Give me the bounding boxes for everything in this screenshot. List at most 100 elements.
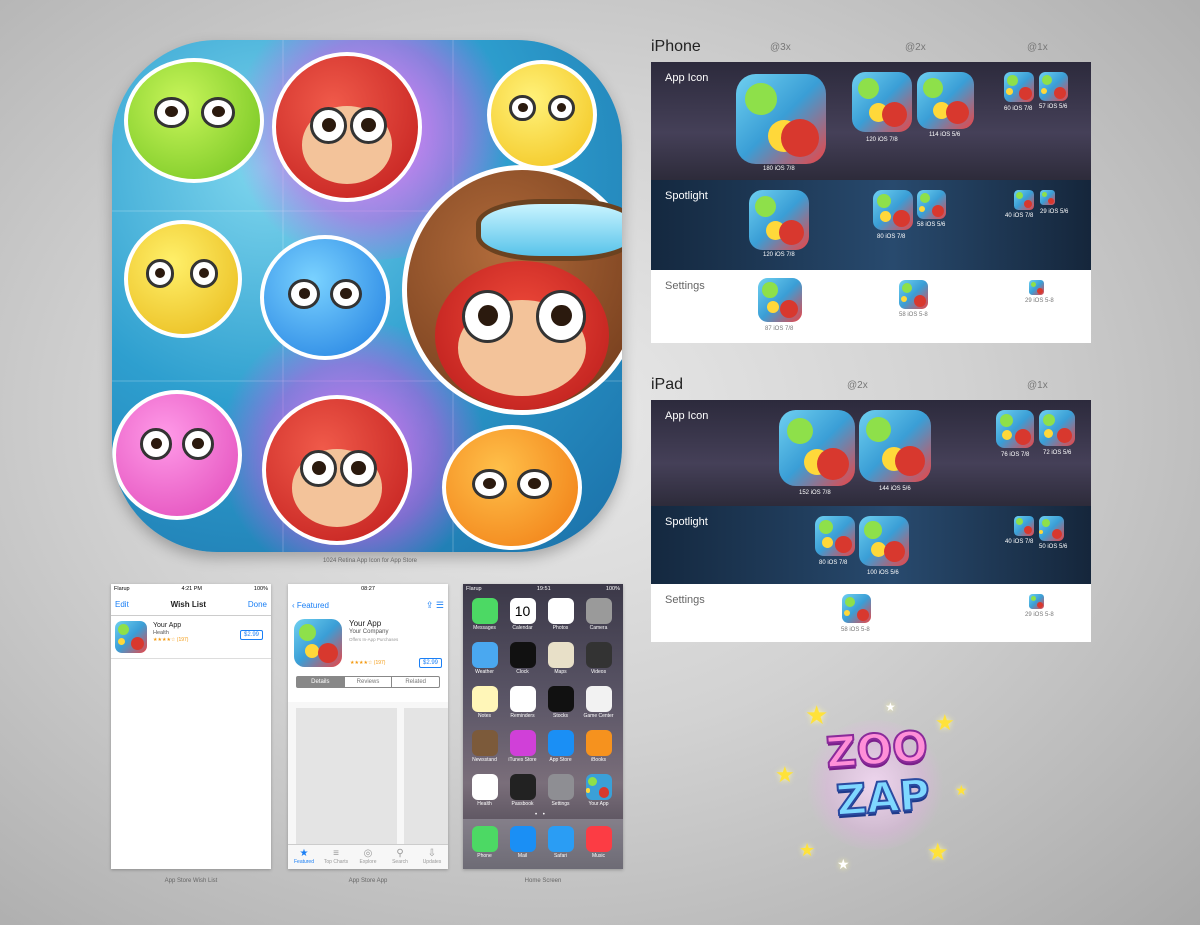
app-icon — [471, 642, 498, 668]
column-header: @1x — [1027, 380, 1048, 391]
app-category: Health — [153, 630, 169, 637]
icon-80 — [873, 190, 913, 230]
icon-size-label: 40 iOS 7/8 — [1005, 213, 1034, 219]
price-button[interactable]: $2.99 — [418, 658, 442, 668]
tab-featured[interactable]: ★ Featured — [288, 845, 320, 869]
app-label: Your App — [588, 801, 609, 807]
dock-app-phone[interactable]: Phone — [469, 826, 500, 859]
screen-caption: App Store Wish List — [164, 878, 218, 884]
column-header: @1x — [1027, 42, 1048, 53]
icon-size-label: 72 iOS 5/6 — [1043, 450, 1072, 456]
home-app-calendar[interactable]: 10 Calendar — [507, 598, 538, 631]
green-hamster-face — [124, 58, 264, 183]
home-app-app-store[interactable]: App Store — [545, 730, 576, 763]
dock-app-mail[interactable]: Mail — [507, 826, 538, 859]
tab-label: Top Charts — [323, 859, 349, 865]
app-label: App Store — [549, 757, 572, 763]
nav-bar: Edit Wish List Done — [111, 594, 271, 616]
icon-144 — [859, 410, 931, 482]
home-app-your-app[interactable]: Your App — [583, 774, 614, 807]
done-button[interactable]: Done — [248, 600, 267, 609]
app-label: Maps — [554, 669, 567, 675]
back-button[interactable]: ‹ Featured — [292, 601, 329, 610]
home-app-videos[interactable]: Videos — [583, 642, 614, 675]
red-monkey-face — [262, 395, 412, 545]
eye — [509, 94, 536, 122]
app-label: iBooks — [590, 757, 606, 763]
tab-explore[interactable]: ◎ Explore — [352, 845, 384, 869]
zoo-zap-logo: ZOO ZAP ★ ★ ★ ★ ★ ★ ★ ★ — [775, 690, 975, 880]
icon-87 — [758, 278, 802, 322]
app-label: Notes — [477, 713, 492, 719]
home-app-itunes-store[interactable]: iTunes Store — [507, 730, 538, 763]
share-icon[interactable]: ⇪ — [426, 600, 434, 610]
icon-58 — [842, 594, 871, 623]
eye — [200, 97, 235, 128]
back-label: Featured — [296, 600, 329, 610]
icon-72 — [1039, 410, 1075, 446]
eye — [288, 278, 321, 310]
list-icon[interactable]: ☰ — [436, 600, 444, 610]
eye — [189, 259, 219, 288]
app-icon — [585, 774, 612, 800]
eye — [310, 107, 347, 145]
tab-label: Search — [392, 859, 408, 865]
iphone-spotlight-row: Spotlight 120 iOS 7/8 80 iOS 7/8 58 iOS … — [651, 180, 1091, 270]
app-label: iTunes Store — [508, 757, 537, 763]
dock-app-music[interactable]: Music — [583, 826, 614, 859]
icon-60 — [1004, 72, 1034, 102]
segment-details[interactable]: Details — [297, 677, 344, 687]
eye — [181, 428, 214, 460]
icon-size-label: 29 iOS 5-8 — [1025, 612, 1054, 618]
home-app-photos[interactable]: Photos — [545, 598, 576, 631]
home-app-newsstand[interactable]: Newsstand — [469, 730, 500, 763]
edit-button[interactable]: Edit — [115, 600, 129, 609]
icon-size-label: 29 iOS 5-8 — [1025, 298, 1054, 304]
home-app-clock[interactable]: Clock — [507, 642, 538, 675]
app-icon — [471, 826, 498, 852]
home-app-camera[interactable]: Camera — [583, 598, 614, 631]
eye — [517, 468, 552, 500]
segment-related[interactable]: Related — [391, 677, 439, 687]
icon-50 — [1039, 516, 1064, 541]
app-icon — [585, 598, 612, 624]
app-icon — [547, 730, 574, 756]
home-app-stocks[interactable]: Stocks — [545, 686, 576, 719]
app-icon — [294, 619, 342, 667]
home-app-messages[interactable]: Messages — [469, 598, 500, 631]
ipad-spotlight-row: Spotlight 80 iOS 7/8 100 iOS 5/6 40 iOS … — [651, 506, 1091, 584]
home-app-passbook[interactable]: Passbook — [507, 774, 538, 807]
app-icon — [585, 826, 612, 852]
tab-search[interactable]: ⚲ Search — [384, 845, 416, 869]
home-app-reminders[interactable]: Reminders — [507, 686, 538, 719]
star-icon: ★ — [935, 710, 955, 735]
dock-app-safari[interactable]: Safari — [545, 826, 576, 859]
icon-29 — [1029, 594, 1044, 609]
icon-57 — [1039, 72, 1068, 101]
eye — [349, 107, 387, 145]
app-icon: 10 — [509, 598, 536, 624]
red-monkey-face — [272, 52, 422, 202]
home-app-maps[interactable]: Maps — [545, 642, 576, 675]
goggles — [476, 198, 622, 262]
home-app-game-center[interactable]: Game Center — [583, 686, 614, 719]
clock-label: 08:27 — [361, 586, 375, 592]
app-icon — [509, 730, 536, 756]
list-item[interactable]: Your App Health ★★★★☆ (197) $2.99 — [111, 616, 271, 659]
icon-size-label: 60 iOS 7/8 — [1004, 106, 1033, 112]
app-icon — [547, 642, 574, 668]
segment-reviews[interactable]: Reviews — [343, 677, 392, 687]
star-icon: ★ — [927, 839, 949, 866]
home-app-health[interactable]: Health — [469, 774, 500, 807]
pink-pig-face — [112, 390, 242, 520]
home-app-notes[interactable]: Notes — [469, 686, 500, 719]
status-bar: Flarup 19:51 100% — [463, 584, 623, 594]
home-app-settings[interactable]: Settings — [545, 774, 576, 807]
home-app-weather[interactable]: Weather — [469, 642, 500, 675]
price-button[interactable]: $2.99 — [239, 630, 263, 640]
home-app-ibooks[interactable]: iBooks — [583, 730, 614, 763]
tab-top-charts[interactable]: ≡ Top Charts — [320, 845, 352, 869]
tab-updates[interactable]: ⇩ Updates — [416, 845, 448, 869]
icon-size-label: 40 iOS 7/8 — [1005, 539, 1034, 545]
clock-label: 4:21 PM — [181, 586, 202, 592]
